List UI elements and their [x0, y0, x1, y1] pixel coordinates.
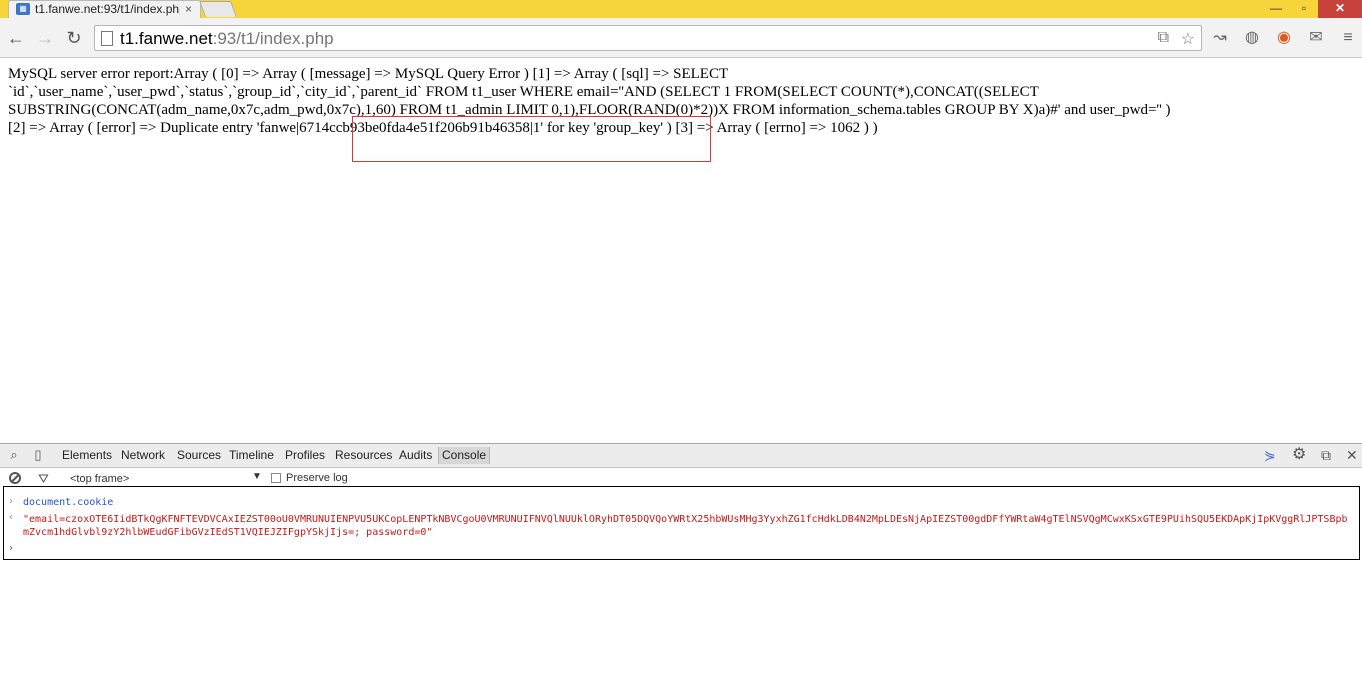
menu-icon[interactable]: ≡: [1338, 28, 1358, 48]
error-line-1: MySQL server error report:Array ( [0] =>…: [8, 66, 729, 82]
result-prompt-icon: ‹: [8, 512, 15, 523]
drawer-toggle-icon[interactable]: ⋟: [1264, 447, 1276, 463]
tab-profiles[interactable]: Profiles: [285, 448, 325, 462]
tab-network[interactable]: Network: [121, 448, 165, 462]
tab-elements[interactable]: Elements: [62, 448, 112, 462]
inspect-search-icon[interactable]: ⌕: [6, 447, 22, 463]
tab-close-icon[interactable]: ×: [185, 2, 192, 16]
tab-timeline[interactable]: Timeline: [229, 448, 274, 462]
tab-sources[interactable]: Sources: [177, 448, 221, 462]
page-icon: [101, 31, 113, 46]
frame-select[interactable]: <top frame>: [70, 473, 262, 485]
chevron-down-icon: ▼: [252, 471, 262, 482]
preserve-log-toggle[interactable]: Preserve log: [271, 472, 348, 484]
settings-gear-icon[interactable]: ⚙: [1292, 447, 1306, 463]
extension-icon[interactable]: ↝: [1210, 28, 1230, 48]
clear-console-icon[interactable]: [9, 472, 21, 484]
tab-title: t1.fanwe.net:93/t1/index.php: [35, 2, 180, 16]
mail-extension-icon[interactable]: ✉: [1306, 28, 1326, 48]
tab-resources[interactable]: Resources: [335, 448, 392, 462]
reload-icon[interactable]: ↻: [63, 27, 85, 49]
globe-extension-icon[interactable]: ◍: [1242, 28, 1262, 48]
back-arrow-icon[interactable]: ←: [5, 27, 27, 49]
console-output[interactable]: › document.cookie ‹ "email=czoxOTE6IidBT…: [3, 486, 1360, 560]
preserve-log-checkbox[interactable]: [271, 473, 281, 483]
error-line-2: `id`,`user_name`,`user_pwd`,`status`,`gr…: [8, 84, 1039, 100]
highlight-annotation-box: [352, 116, 711, 162]
tab-audits[interactable]: Audits: [399, 448, 432, 462]
url-path: :93/t1/index.php: [212, 29, 334, 48]
maximize-button[interactable]: ▫: [1290, 0, 1318, 18]
minimize-button[interactable]: —: [1262, 0, 1290, 18]
input-prompt-icon: ›: [8, 496, 15, 507]
devtools-panel: ⌕ ▯ Elements Network Sources Timeline Pr…: [0, 443, 1362, 682]
device-mode-icon[interactable]: ▯: [30, 447, 46, 463]
dock-side-icon[interactable]: ⧉: [1321, 447, 1331, 463]
bookmark-star-icon[interactable]: ☆: [1181, 29, 1195, 49]
console-result: "email=czoxOTE6IidBTkQgKFNFTEVDVCAxIEZST…: [23, 514, 1348, 538]
browser-toolbar: ← → ↻ t1.fanwe.net:93/t1/index.php ⧉ ☆ ↝…: [0, 18, 1362, 58]
address-bar[interactable]: t1.fanwe.net:93/t1/index.php ⧉ ☆: [94, 25, 1202, 51]
url-host: t1.fanwe.net: [120, 29, 213, 48]
new-tab-button[interactable]: [199, 1, 237, 17]
console-input-prompt-icon[interactable]: ›: [8, 543, 14, 554]
console-command: document.cookie: [23, 497, 114, 508]
filter-funnel-icon[interactable]: ⛛: [38, 472, 49, 485]
close-window-button[interactable]: ✕: [1318, 0, 1362, 18]
preserve-log-label: Preserve log: [286, 472, 348, 484]
browser-tab[interactable]: ▦ t1.fanwe.net:93/t1/index.php ×: [8, 0, 201, 18]
window-controls: — ▫ ✕: [1262, 0, 1362, 18]
url-text[interactable]: t1.fanwe.net:93/t1/index.php: [120, 29, 334, 49]
favicon-icon: ▦: [16, 3, 30, 15]
forward-arrow-icon[interactable]: →: [34, 27, 56, 49]
window-titlebar: ▦ t1.fanwe.net:93/t1/index.php × — ▫ ✕: [0, 0, 1362, 18]
close-devtools-icon[interactable]: ✕: [1346, 447, 1358, 463]
tab-console[interactable]: Console: [438, 447, 491, 464]
search-extension-icon[interactable]: ◉: [1274, 28, 1294, 48]
devtools-tabbar: ⌕ ▯ Elements Network Sources Timeline Pr…: [0, 444, 1362, 468]
translate-icon[interactable]: ⧉: [1158, 29, 1169, 47]
